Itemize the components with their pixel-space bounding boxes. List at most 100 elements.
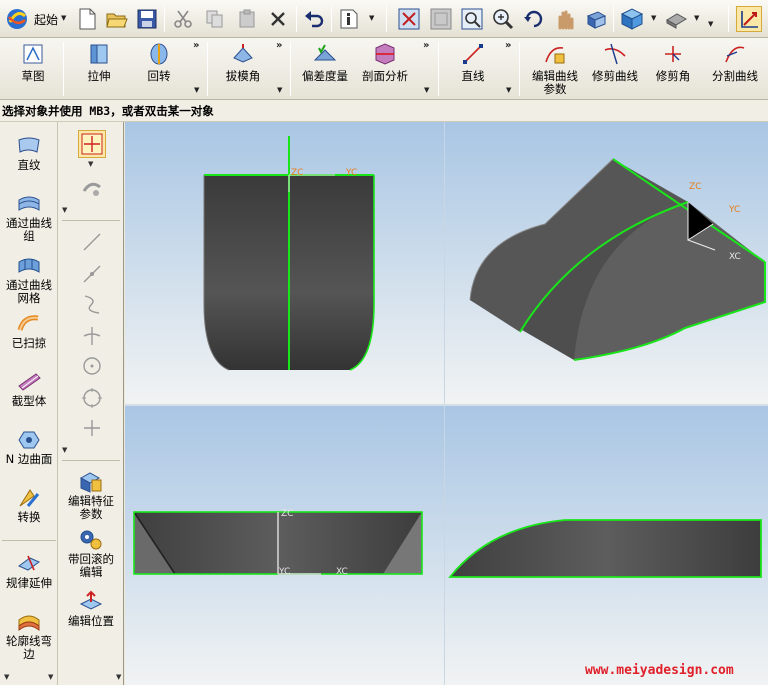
deviation-gauge-button[interactable]: 偏差度量 bbox=[298, 42, 352, 98]
transform-button[interactable]: 转换 bbox=[0, 486, 58, 524]
sketch-label: 草图 bbox=[21, 69, 45, 83]
chevron-down-icon[interactable]: ▼ bbox=[194, 86, 199, 94]
top-axis-label-yc: YC bbox=[278, 567, 290, 577]
trim-corner-button[interactable]: 修剪角 bbox=[650, 42, 696, 98]
edit-position-icon bbox=[78, 590, 104, 614]
graphics-viewport[interactable]: ZC YC ZC YC XC ZC YC XC bbox=[125, 122, 768, 685]
chevron-down-icon[interactable]: ▼ bbox=[88, 160, 93, 168]
delete-icon[interactable] bbox=[265, 6, 291, 32]
law-extension-label: 规律延伸 bbox=[6, 576, 52, 590]
zoom-box-icon[interactable] bbox=[459, 6, 485, 32]
chevron-down-icon[interactable]: ▼ bbox=[277, 86, 282, 94]
through-curve-mesh-button[interactable]: 通过曲线 网格 bbox=[0, 254, 58, 305]
fit-view-icon[interactable] bbox=[396, 6, 422, 32]
divide-curve-button[interactable]: 分割曲线 bbox=[706, 42, 764, 98]
shading-icon[interactable] bbox=[663, 6, 689, 32]
contour-flange-button[interactable]: 轮廓线弯 边 bbox=[0, 610, 58, 661]
status-prompt: 选择对象并使用 MB3，或者双击某一对象 bbox=[2, 104, 214, 118]
select-icon[interactable] bbox=[736, 6, 762, 32]
circle-center-icon[interactable] bbox=[78, 352, 106, 380]
spline-edit-icon[interactable] bbox=[78, 174, 106, 202]
chevron-down-icon[interactable]: ▼ bbox=[48, 673, 53, 681]
draft-icon bbox=[231, 42, 255, 66]
n-sided-surface-icon bbox=[16, 428, 42, 452]
extrude-button[interactable]: 拉伸 bbox=[74, 42, 124, 98]
plus-icon[interactable] bbox=[78, 414, 106, 442]
chevron-down-icon[interactable]: ▼ bbox=[708, 20, 713, 28]
new-file-icon[interactable] bbox=[74, 6, 100, 32]
edit-feature-params-button[interactable]: 编辑特征 参数 bbox=[58, 470, 124, 521]
undo-icon[interactable] bbox=[301, 6, 327, 32]
chevron-down-icon[interactable]: ▼ bbox=[694, 14, 699, 22]
curve-toolbar: ▼ ▼ ▼ 编辑特征 参数 带回滚的 编辑 编辑位置 ▼ bbox=[58, 122, 124, 685]
axis-label-yc: YC bbox=[345, 168, 357, 178]
cross-icon[interactable] bbox=[78, 322, 106, 350]
cut-icon[interactable] bbox=[170, 6, 196, 32]
rotate-icon[interactable] bbox=[521, 6, 547, 32]
chevron-down-icon[interactable]: ▼ bbox=[651, 14, 656, 22]
edit-with-rollback-label-line2: 编辑 bbox=[79, 565, 103, 579]
chevron-down-icon[interactable]: ▼ bbox=[61, 14, 66, 22]
chevron-down-icon[interactable]: ▼ bbox=[62, 446, 67, 454]
divide-curve-label: 分割曲线 bbox=[712, 69, 758, 83]
more-icon[interactable]: » bbox=[505, 40, 511, 51]
chevron-down-icon[interactable]: ▼ bbox=[424, 86, 429, 94]
spline-icon[interactable] bbox=[78, 290, 106, 318]
chevron-down-icon[interactable]: ▼ bbox=[506, 86, 511, 94]
top-view-solid[interactable] bbox=[133, 511, 423, 575]
revolve-button[interactable]: 回转 bbox=[134, 42, 184, 98]
draft-button[interactable]: 拔模角 bbox=[218, 42, 268, 98]
section-body-label: 截型体 bbox=[11, 394, 47, 408]
line-point-icon[interactable] bbox=[78, 260, 106, 288]
edit-position-button[interactable]: 编辑位置 bbox=[58, 590, 124, 628]
sketch-button[interactable]: 草图 bbox=[8, 42, 58, 98]
feature-ribbon: 草图 拉伸 回转 » ▼ 拔模角 » ▼ 偏差度量 剖面分析 » ▼ 直线 » … bbox=[0, 38, 768, 100]
through-curve-mesh-icon bbox=[16, 254, 42, 278]
section-body-button[interactable]: 截型体 bbox=[0, 370, 58, 408]
open-folder-icon[interactable] bbox=[104, 6, 130, 32]
start-menu-label[interactable]: 起始 bbox=[34, 11, 58, 28]
through-curves-label-line2: 组 bbox=[23, 229, 35, 243]
deviation-gauge-label: 偏差度量 bbox=[302, 69, 348, 83]
info-icon[interactable] bbox=[336, 6, 362, 32]
paste-icon[interactable] bbox=[234, 6, 260, 32]
n-sided-surface-button[interactable]: N 边曲面 bbox=[0, 428, 58, 466]
logo-icon[interactable] bbox=[4, 6, 30, 32]
swept-icon bbox=[16, 312, 42, 336]
transform-icon bbox=[16, 486, 42, 510]
swept-label: 已扫掠 bbox=[11, 336, 47, 350]
more-icon[interactable]: » bbox=[276, 40, 282, 51]
render-cube-icon[interactable] bbox=[619, 6, 645, 32]
line-label: 直线 bbox=[461, 69, 485, 83]
zoom-icon[interactable] bbox=[490, 6, 516, 32]
deviation-gauge-icon bbox=[313, 42, 337, 66]
zoom-window-icon[interactable] bbox=[428, 6, 454, 32]
section-analysis-button[interactable]: 剖面分析 bbox=[358, 42, 412, 98]
line-button[interactable]: 直线 bbox=[450, 42, 496, 98]
chevron-down-icon[interactable]: ▼ bbox=[116, 673, 121, 681]
edit-with-rollback-button[interactable]: 带回滚的 编辑 bbox=[58, 528, 124, 579]
swept-button[interactable]: 已扫掠 bbox=[0, 312, 58, 350]
chevron-down-icon[interactable]: ▼ bbox=[4, 673, 9, 681]
circle-icon[interactable] bbox=[78, 384, 106, 412]
axis-label-zc: ZC bbox=[291, 168, 303, 178]
save-icon[interactable] bbox=[134, 6, 160, 32]
trim-curve-button[interactable]: 修剪曲线 bbox=[588, 42, 642, 98]
pan-icon[interactable] bbox=[552, 6, 578, 32]
point-set-icon[interactable] bbox=[78, 130, 106, 158]
ruled-button[interactable]: 直纹 bbox=[0, 134, 58, 172]
through-curves-button[interactable]: 通过曲线 组 bbox=[0, 192, 58, 243]
line-icon[interactable] bbox=[78, 228, 106, 256]
iso-axis-label-zc: ZC bbox=[689, 182, 701, 192]
orient-icon[interactable] bbox=[583, 6, 609, 32]
copy-icon[interactable] bbox=[202, 6, 228, 32]
edit-feature-params-icon bbox=[78, 470, 104, 494]
transform-label: 转换 bbox=[17, 510, 41, 524]
law-extension-button[interactable]: 规律延伸 bbox=[0, 552, 58, 590]
edit-curve-params-button[interactable]: 编辑曲线 参数 bbox=[527, 42, 583, 98]
chevron-down-icon[interactable]: ▼ bbox=[62, 206, 67, 214]
chevron-down-icon[interactable]: ▼ bbox=[369, 14, 374, 22]
line-icon bbox=[461, 42, 485, 66]
more-icon[interactable]: » bbox=[193, 40, 199, 51]
more-icon[interactable]: » bbox=[423, 40, 429, 51]
